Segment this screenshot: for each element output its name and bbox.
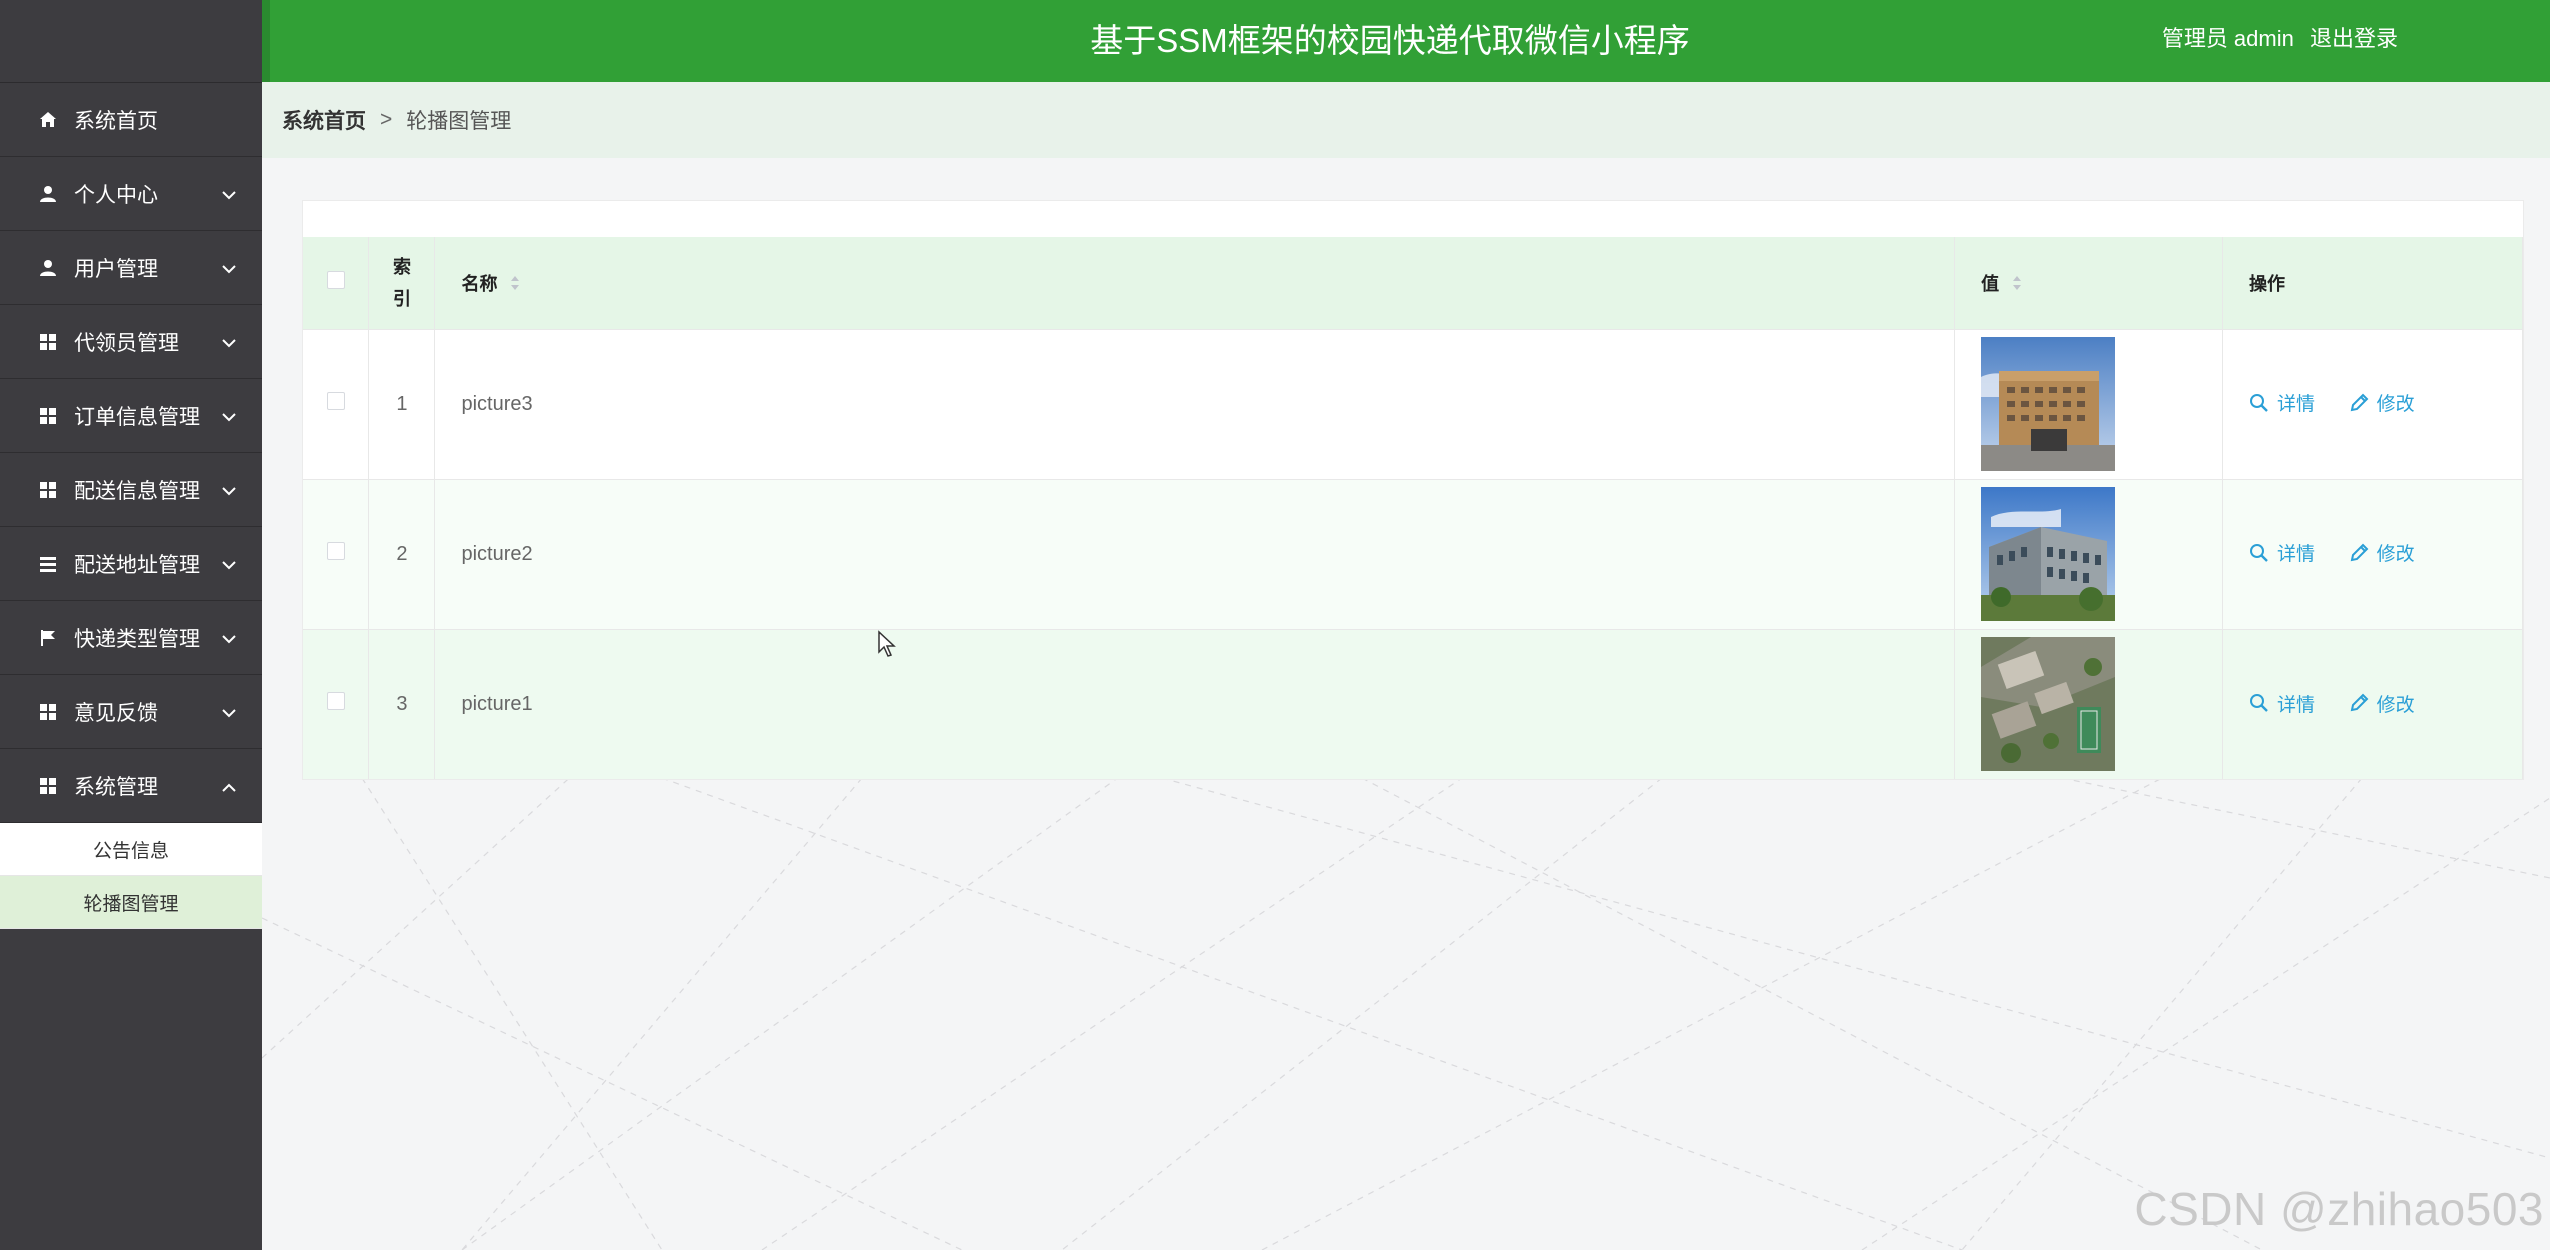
chevron-down-icon bbox=[222, 552, 236, 576]
breadcrumb-home[interactable]: 系统首页 bbox=[282, 105, 366, 135]
pencil-icon bbox=[2350, 543, 2369, 562]
pencil-icon bbox=[2350, 393, 2369, 412]
sidebar: 系统首页 个人中心 用户管理 代领员管理 订单信息管理 配送信息管理 配送地址管… bbox=[0, 0, 262, 1250]
chevron-down-icon bbox=[222, 330, 236, 354]
sidebar-item-express-type-management[interactable]: 快递类型管理 bbox=[0, 601, 262, 675]
watermark: CSDN @zhihao503 bbox=[2134, 1183, 2544, 1235]
breadcrumb-separator: > bbox=[380, 108, 393, 131]
column-header-value[interactable]: 值 bbox=[1954, 237, 2224, 329]
user-icon bbox=[38, 258, 58, 278]
grid-icon bbox=[38, 702, 58, 722]
sidebar-item-label: 系统首页 bbox=[74, 109, 158, 133]
edit-button[interactable]: 修改 bbox=[2349, 539, 2415, 566]
grid-icon bbox=[38, 332, 58, 352]
row-index: 3 bbox=[368, 629, 436, 779]
sidebar-item-label: 配送地址管理 bbox=[74, 553, 200, 577]
row-name: picture3 bbox=[434, 329, 1956, 479]
sidebar-item-label: 个人中心 bbox=[74, 183, 158, 207]
grid-icon bbox=[38, 776, 58, 796]
sidebar-item-label: 系统管理 bbox=[74, 775, 158, 799]
table-row: 2 picture2 详情 修改 bbox=[303, 479, 2523, 629]
flag-icon bbox=[38, 628, 58, 648]
sidebar-item-label: 意见反馈 bbox=[74, 701, 158, 725]
table-row: 1 picture3 详情 修改 bbox=[303, 329, 2523, 479]
chevron-down-icon bbox=[222, 404, 236, 428]
sidebar-logo-area bbox=[0, 0, 262, 83]
mouse-cursor-icon bbox=[878, 630, 896, 657]
column-header-actions: 操作 bbox=[2222, 237, 2523, 329]
admin-label: 管理员 admin bbox=[2161, 26, 2294, 51]
sidebar-item-user-management[interactable]: 用户管理 bbox=[0, 231, 262, 305]
detail-button[interactable]: 详情 bbox=[2249, 690, 2315, 717]
carousel-table: 索引 名称 值 操作 1 picture3 详情 修改 2 picture2 详… bbox=[303, 237, 2523, 779]
sidebar-item-address-management[interactable]: 配送地址管理 bbox=[0, 527, 262, 601]
sidebar-item-label: 订单信息管理 bbox=[74, 405, 200, 429]
column-header-name[interactable]: 名称 bbox=[434, 237, 1956, 329]
sidebar-item-feedback[interactable]: 意见反馈 bbox=[0, 675, 262, 749]
row-checkbox[interactable] bbox=[326, 542, 345, 560]
sort-icon[interactable] bbox=[510, 275, 520, 296]
search-icon bbox=[2250, 393, 2268, 412]
header-user-area: 管理员 admin 退出登录 bbox=[2152, 0, 2398, 78]
chevron-down-icon bbox=[222, 256, 236, 280]
sidebar-item-home[interactable]: 系统首页 bbox=[0, 83, 262, 157]
row-checkbox[interactable] bbox=[326, 692, 345, 711]
sidebar-item-label: 快递类型管理 bbox=[74, 627, 200, 651]
table-row: 3 picture1 详情 修改 bbox=[303, 629, 2523, 779]
breadcrumb-current: 轮播图管理 bbox=[406, 110, 512, 133]
system-submenu: 公告信息 轮播图管理 bbox=[0, 823, 262, 929]
grid-icon bbox=[38, 406, 58, 426]
user-icon bbox=[38, 184, 58, 204]
edit-button[interactable]: 修改 bbox=[2349, 690, 2415, 717]
list-icon bbox=[38, 554, 58, 574]
chevron-down-icon bbox=[222, 626, 236, 650]
sort-icon[interactable] bbox=[2012, 275, 2022, 296]
chevron-up-icon bbox=[222, 774, 236, 798]
sidebar-item-label: 配送信息管理 bbox=[74, 479, 200, 503]
sidebar-item-order-management[interactable]: 订单信息管理 bbox=[0, 379, 262, 453]
row-name: picture2 bbox=[434, 479, 1956, 629]
detail-button[interactable]: 详情 bbox=[2249, 389, 2315, 416]
column-header-index: 索引 bbox=[368, 237, 436, 329]
row-index: 2 bbox=[368, 479, 436, 629]
logout-link[interactable]: 退出登录 bbox=[2310, 26, 2398, 51]
search-icon bbox=[2250, 543, 2268, 562]
breadcrumb: 系统首页 > 轮播图管理 bbox=[262, 82, 2550, 158]
sidebar-item-label: 用户管理 bbox=[74, 257, 158, 281]
building-photo-thumbnail[interactable] bbox=[1981, 487, 2116, 621]
select-all-checkbox[interactable] bbox=[326, 271, 345, 290]
row-index: 1 bbox=[368, 329, 436, 479]
sidebar-item-system-management[interactable]: 系统管理 bbox=[0, 749, 262, 823]
submenu-item-announcements[interactable]: 公告信息 bbox=[0, 823, 262, 876]
submenu-item-carousel-management[interactable]: 轮播图管理 bbox=[0, 876, 262, 929]
row-checkbox[interactable] bbox=[326, 392, 345, 410]
sidebar-item-label: 代领员管理 bbox=[74, 331, 179, 355]
carousel-table-panel: 索引 名称 值 操作 1 picture3 详情 修改 2 picture2 详… bbox=[302, 200, 2524, 780]
chevron-down-icon bbox=[222, 700, 236, 724]
search-icon bbox=[2250, 694, 2268, 712]
chevron-down-icon bbox=[222, 182, 236, 206]
sidebar-item-personal-center[interactable]: 个人中心 bbox=[0, 157, 262, 231]
row-name: picture1 bbox=[434, 629, 1956, 779]
pencil-icon bbox=[2350, 693, 2369, 712]
chevron-down-icon bbox=[222, 478, 236, 502]
top-header: 基于SSM框架的校园快递代取微信小程序 管理员 admin 退出登录 bbox=[262, 0, 2550, 82]
campus-aerial-photo-thumbnail[interactable] bbox=[1981, 637, 2116, 772]
home-icon bbox=[38, 110, 58, 130]
sidebar-item-delivery-management[interactable]: 配送信息管理 bbox=[0, 453, 262, 527]
edit-button[interactable]: 修改 bbox=[2349, 389, 2415, 416]
table-header-row: 索引 名称 值 操作 bbox=[303, 237, 2523, 329]
select-all-cell bbox=[303, 237, 370, 329]
sidebar-item-courier-management[interactable]: 代领员管理 bbox=[0, 305, 262, 379]
detail-button[interactable]: 详情 bbox=[2249, 539, 2315, 566]
building-photo-thumbnail[interactable] bbox=[1981, 337, 2116, 471]
grid-icon bbox=[38, 480, 58, 500]
